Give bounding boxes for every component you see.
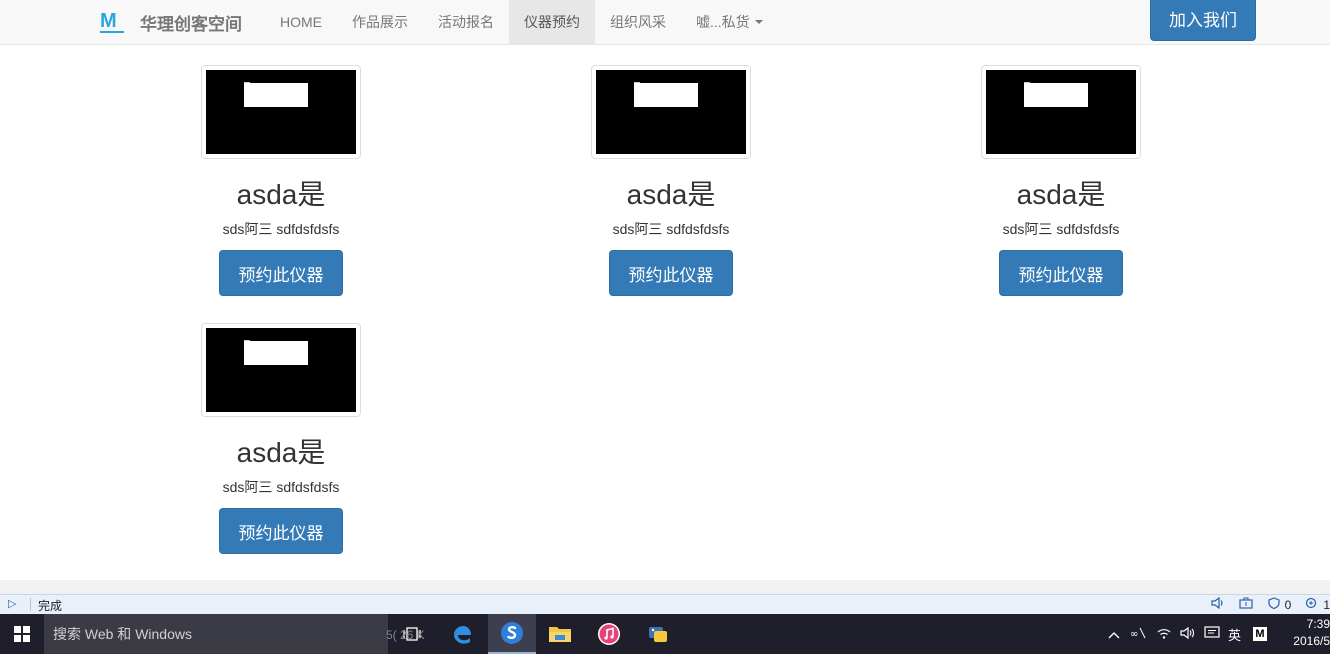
zoom-level: 1 bbox=[1323, 597, 1330, 612]
instrument-title: asda是 bbox=[236, 179, 326, 210]
instrument-title: asda是 bbox=[626, 179, 716, 210]
notification-icon[interactable] bbox=[1204, 625, 1220, 643]
instrument-card: asda是 sds阿三 sdfdsfdsfs 预约此仪器 bbox=[201, 65, 361, 296]
instrument-thumbnail[interactable] bbox=[591, 65, 751, 159]
instrument-card: asda是 sds阿三 sdfdsfdsfs 预约此仪器 bbox=[201, 323, 361, 554]
main-nav: HOME 作品展示 活动报名 仪器预约 组织风采 嘘...私货 bbox=[265, 0, 778, 44]
brand-name: 华理创客空间 bbox=[140, 14, 242, 35]
blocked-count: 0 bbox=[1284, 597, 1292, 612]
ime-language-indicator[interactable]: 英 bbox=[1228, 625, 1241, 644]
windows-logo-icon bbox=[14, 626, 30, 642]
ad-block-icon[interactable] bbox=[1267, 597, 1281, 612]
instrument-card: asda是 sds阿三 sdfdsfdsfs 预约此仪器 bbox=[981, 65, 1141, 296]
instrument-thumbnail[interactable] bbox=[201, 65, 361, 159]
book-instrument-button[interactable]: 预约此仪器 bbox=[219, 508, 343, 554]
nav-organization[interactable]: 组织风采 bbox=[595, 0, 681, 44]
ime-status-icon[interactable]: ∞ bbox=[1130, 626, 1146, 643]
play-icon[interactable]: ▷ bbox=[8, 597, 16, 610]
instrument-description: sds阿三 sdfdsfdsfs bbox=[612, 221, 730, 237]
instrument-description: sds阿三 sdfdsfdsfs bbox=[1002, 221, 1120, 237]
nav-events[interactable]: 活动报名 bbox=[423, 0, 509, 44]
brand-link[interactable]: M 华理创客空间 bbox=[100, 8, 242, 36]
start-button[interactable] bbox=[0, 614, 44, 654]
instrument-description: sds阿三 sdfdsfdsfs bbox=[222, 221, 340, 237]
edge-browser-icon[interactable] bbox=[438, 614, 486, 654]
nav-dropdown[interactable]: 嘘...私货 bbox=[681, 0, 778, 44]
book-instrument-button[interactable]: 预约此仪器 bbox=[219, 250, 343, 296]
instrument-thumbnail[interactable] bbox=[981, 65, 1141, 159]
join-us-button[interactable]: 加入我们 bbox=[1150, 0, 1256, 41]
instrument-title: asda是 bbox=[1016, 179, 1106, 210]
browser-status-bar: ▷ 完成 0 1 bbox=[0, 594, 1330, 614]
maker-app-tray-icon[interactable]: M bbox=[1253, 627, 1268, 641]
nav-works[interactable]: 作品展示 bbox=[337, 0, 423, 44]
partially-hidden-text: 5( 26 K bbox=[386, 628, 425, 642]
speaker-icon[interactable] bbox=[1180, 626, 1196, 643]
toolbox-icon[interactable] bbox=[1239, 597, 1253, 612]
brand-logo-letter: M bbox=[100, 10, 117, 32]
wifi-icon[interactable] bbox=[1156, 626, 1172, 643]
instrument-thumbnail[interactable] bbox=[201, 323, 361, 417]
itunes-icon[interactable] bbox=[585, 614, 633, 654]
clock-date: 2016/5 bbox=[1293, 634, 1330, 648]
system-clock[interactable]: 7:39 2016/5 bbox=[1290, 616, 1330, 650]
svg-text:∞: ∞ bbox=[1130, 629, 1138, 640]
page-footer bbox=[0, 580, 1330, 594]
instrument-card: asda是 sds阿三 sdfdsfdsfs 预约此仪器 bbox=[591, 65, 751, 296]
file-explorer-icon[interactable] bbox=[536, 614, 584, 654]
instrument-title: asda是 bbox=[236, 437, 326, 468]
windows-taskbar: 搜索 Web 和 Windows ∞ 英 M 7:39 2016/5 bbox=[0, 614, 1330, 654]
taskbar-search-input[interactable]: 搜索 Web 和 Windows bbox=[44, 614, 388, 654]
sogou-browser-icon[interactable] bbox=[488, 614, 536, 654]
nav-dropdown-label: 嘘...私货 bbox=[696, 14, 750, 30]
nav-instrument-booking[interactable]: 仪器预约 bbox=[509, 0, 595, 44]
volume-icon[interactable] bbox=[1211, 596, 1225, 612]
instrument-description: sds阿三 sdfdsfdsfs bbox=[222, 479, 340, 495]
nav-home[interactable]: HOME bbox=[265, 0, 337, 44]
clock-time: 7:39 bbox=[1306, 617, 1330, 631]
status-text: 完成 bbox=[38, 599, 63, 613]
brand-logo: M bbox=[100, 11, 124, 33]
top-navbar: M 华理创客空间 HOME 作品展示 活动报名 仪器预约 组织风采 嘘...私货… bbox=[0, 0, 1330, 45]
book-instrument-button[interactable]: 预约此仪器 bbox=[999, 250, 1123, 296]
show-hidden-icons[interactable] bbox=[1108, 627, 1120, 642]
zoom-icon[interactable] bbox=[1305, 597, 1319, 612]
caret-down-icon bbox=[754, 20, 763, 24]
python-app-icon[interactable] bbox=[634, 614, 682, 654]
book-instrument-button[interactable]: 预约此仪器 bbox=[609, 250, 733, 296]
